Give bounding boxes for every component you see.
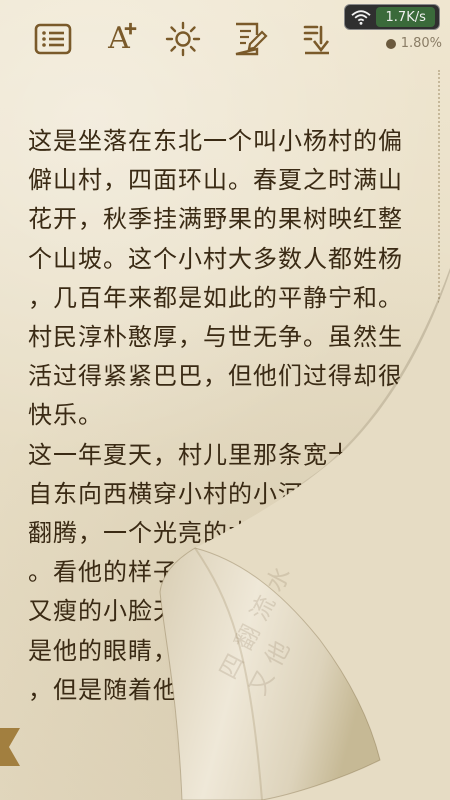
text-line: 花开，秋季挂满野果的果树映红整 [28, 205, 403, 234]
bookmark-ribbon-icon[interactable] [0, 728, 20, 766]
text-line: 快乐。 [28, 401, 103, 430]
reading-progress-text: 1.80% [400, 36, 442, 51]
text-line: 个山坡。这个小村大多数人都姓杨 [28, 244, 403, 273]
progress-dot-icon [385, 38, 396, 49]
reader-text[interactable]: 这是坐落在东北一个叫小杨村的偏 僻山村，四面环山。春夏之时满山 花开，秋季挂满野… [28, 122, 428, 710]
text-line: 是他的眼睛，大，和杨美丽上过床 [28, 636, 403, 665]
network-status: 1.7K/s [344, 4, 440, 30]
list-icon[interactable] [30, 16, 76, 62]
text-line: 村民淳朴憨厚，与世无争。虽然生 [28, 323, 403, 352]
text-line: 又瘦的小脸天，就是这样的， [28, 597, 353, 626]
text-line: ，几百年来都是如此的平静宁和。 [28, 283, 403, 312]
text-line: 自东向西横穿小村的小河，出现在 [28, 479, 403, 508]
note-edit-icon[interactable] [226, 16, 272, 62]
text-line: 翻腾，一个光亮的水声。 [28, 519, 303, 548]
sun-icon[interactable] [160, 16, 206, 62]
reading-progress: 1.80% [385, 36, 442, 51]
text-line: 僻山村，四面环山。春夏之时满山 [28, 166, 403, 195]
wifi-icon [349, 7, 372, 27]
page-edge-dots [438, 70, 440, 790]
font-size-icon[interactable]: A [96, 16, 142, 62]
text-line: 活过得紧紧巴巴，但他们过得却很 [28, 362, 403, 391]
reader-toolbar: A 1.7K/s 1.80% [0, 0, 450, 78]
text-line: 这是坐落在东北一个叫小杨村的偏 [28, 127, 403, 155]
text-line: ，但是随着他眼是假。”然后不自 [28, 675, 380, 704]
network-speed: 1.7K/s [376, 7, 435, 27]
text-line: 。看他的样子，从地上看去， [28, 558, 353, 587]
text-line: 这一年夏天，村儿里那条宽十多往 [28, 440, 403, 469]
download-icon[interactable] [292, 16, 338, 62]
